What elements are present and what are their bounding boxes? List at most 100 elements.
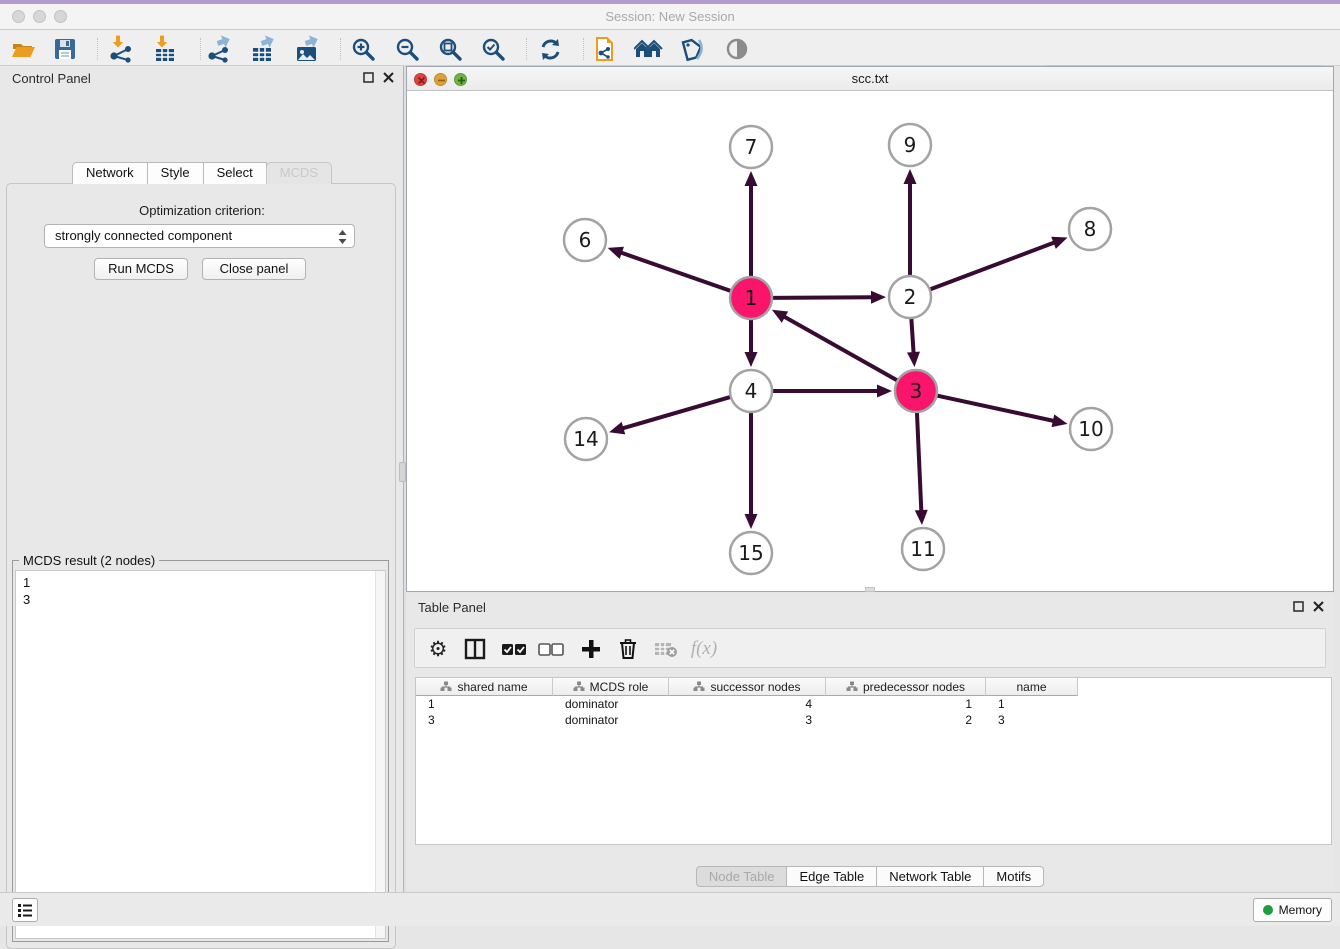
network-graph-canvas[interactable]: 7968124314101511 xyxy=(407,91,1333,591)
task-history-button[interactable] xyxy=(12,898,38,922)
table-cell[interactable]: 3 xyxy=(416,712,553,728)
graph-edge-4-14[interactable] xyxy=(621,396,733,429)
zoom-out-icon[interactable] xyxy=(392,35,422,63)
column-header-label: successor nodes xyxy=(710,680,800,694)
graph-edge-1-2[interactable] xyxy=(770,297,874,298)
column-header-label: MCDS role xyxy=(590,680,649,694)
import-network-icon[interactable] xyxy=(106,35,136,63)
graph-node-label: 8 xyxy=(1084,217,1097,241)
splitter-handle[interactable] xyxy=(399,462,406,482)
result-scrollbar[interactable] xyxy=(375,571,385,938)
table-tab-network-table[interactable]: Network Table xyxy=(876,866,984,887)
graph-edge-1-6[interactable] xyxy=(619,252,733,292)
mcds-result-title: MCDS result (2 nodes) xyxy=(19,553,159,568)
table-settings-icon[interactable]: ⚙ xyxy=(425,637,451,661)
column-header-shared-name[interactable]: shared name xyxy=(416,678,553,696)
graph-node-label: 10 xyxy=(1078,417,1103,441)
table-cell[interactable]: 2 xyxy=(826,712,986,728)
control-panel-header: Control Panel xyxy=(0,66,404,92)
control-panel-title: Control Panel xyxy=(12,71,91,86)
column-namespace-icon xyxy=(573,681,585,692)
run-mcds-button[interactable]: Run MCDS xyxy=(94,258,188,280)
float-panel-icon[interactable] xyxy=(363,72,374,83)
dropdown-value: strongly connected component xyxy=(55,228,232,243)
open-session-icon[interactable] xyxy=(8,35,38,63)
network-window-title: scc.txt xyxy=(407,71,1333,86)
column-header-name[interactable]: name xyxy=(986,678,1078,696)
export-network-icon[interactable] xyxy=(204,35,234,63)
column-header-label: shared name xyxy=(457,680,527,694)
close-panel-icon[interactable] xyxy=(383,72,394,83)
export-table-icon[interactable] xyxy=(248,35,278,63)
zoom-in-icon[interactable] xyxy=(348,35,378,63)
close-table-panel-icon[interactable] xyxy=(1313,601,1324,612)
table-row[interactable]: 1dominator411 xyxy=(416,696,1331,712)
graph-edge-3-11[interactable] xyxy=(917,410,922,513)
mcds-result-list[interactable]: 1 3 xyxy=(15,570,386,939)
graph-edge-arrowhead xyxy=(871,291,886,304)
session-title: Session: New Session xyxy=(0,9,1340,24)
close-panel-button[interactable]: Close panel xyxy=(202,258,306,280)
main-toolbar xyxy=(0,30,1340,66)
table-row[interactable]: 3dominator323 xyxy=(416,712,1331,728)
graph-node-label: 9 xyxy=(904,133,917,157)
graph-edge-2-3[interactable] xyxy=(911,316,913,355)
graph-edge-3-10[interactable] xyxy=(935,395,1056,421)
zoom-selected-icon[interactable] xyxy=(478,35,508,63)
zoom-fit-icon[interactable] xyxy=(435,35,465,63)
toolbar-separator xyxy=(97,38,98,60)
column-header-predecessor-nodes[interactable]: predecessor nodes xyxy=(826,678,986,696)
table-cell[interactable]: 1 xyxy=(986,696,1078,712)
table-cell[interactable]: 1 xyxy=(826,696,986,712)
control-tab-style[interactable]: Style xyxy=(147,162,204,184)
import-table-icon[interactable] xyxy=(150,35,180,63)
network-window-titlebar[interactable]: scc.txt xyxy=(407,67,1333,91)
show-graphics-details-icon[interactable] xyxy=(722,35,752,63)
column-header-successor-nodes[interactable]: successor nodes xyxy=(669,678,826,696)
column-header-MCDS-role[interactable]: MCDS role xyxy=(553,678,669,696)
table-panel-tabs: Node TableEdge TableNetwork TableMotifs xyxy=(406,866,1334,887)
table-cell[interactable]: 1 xyxy=(416,696,553,712)
column-header-label: name xyxy=(1016,680,1046,694)
optimization-criterion-select[interactable]: strongly connected component xyxy=(44,224,355,248)
add-row-icon[interactable] xyxy=(578,637,604,661)
toolbar-separator xyxy=(583,38,584,60)
application-window: Session: New Session xyxy=(0,0,1340,926)
table-tab-motifs[interactable]: Motifs xyxy=(983,866,1044,887)
table-cell[interactable]: dominator xyxy=(553,696,669,712)
hide-labels-icon[interactable] xyxy=(678,35,708,63)
table-tab-edge-table[interactable]: Edge Table xyxy=(786,866,877,887)
refresh-icon[interactable] xyxy=(535,35,565,63)
table-panel: Table Panel ⚙ xyxy=(406,595,1334,889)
table-cell[interactable]: 3 xyxy=(986,712,1078,728)
save-session-icon[interactable] xyxy=(50,35,80,63)
select-all-rows-icon[interactable] xyxy=(501,637,527,661)
node-table[interactable]: shared name MCDS role successor nodes prede… xyxy=(415,677,1332,845)
control-tab-network[interactable]: Network xyxy=(72,162,148,184)
clone-network-icon[interactable] xyxy=(590,35,620,63)
table-tab-node-table[interactable]: Node Table xyxy=(696,866,788,887)
task-list-icon xyxy=(17,903,33,917)
delete-rows-icon[interactable] xyxy=(615,637,641,661)
network-resize-handle[interactable] xyxy=(865,587,875,592)
show-columns-icon[interactable] xyxy=(462,637,488,661)
graph-edge-arrowhead xyxy=(907,352,920,367)
control-tab-mcds[interactable]: MCDS xyxy=(266,162,332,184)
memory-button[interactable]: Memory xyxy=(1253,898,1332,922)
column-namespace-icon xyxy=(440,681,452,692)
graph-edge-arrowhead xyxy=(609,422,625,434)
table-cell[interactable]: dominator xyxy=(553,712,669,728)
control-panel-tabs: NetworkStyleSelectMCDS xyxy=(0,162,404,184)
memory-status-dot xyxy=(1263,905,1273,915)
unselect-all-rows-icon[interactable] xyxy=(538,637,564,661)
graph-edge-2-8[interactable] xyxy=(928,242,1057,291)
graph-edge-3-1[interactable] xyxy=(782,316,899,382)
float-table-panel-icon[interactable] xyxy=(1293,601,1304,612)
table-cell[interactable]: 4 xyxy=(669,696,826,712)
export-image-icon[interactable] xyxy=(292,35,322,63)
control-tab-select[interactable]: Select xyxy=(203,162,267,184)
titlebar[interactable]: Session: New Session xyxy=(0,4,1340,30)
table-cell[interactable]: 3 xyxy=(669,712,826,728)
apply-preferred-layout-icon[interactable] xyxy=(634,35,664,63)
graph-edge-arrowhead xyxy=(915,510,928,525)
